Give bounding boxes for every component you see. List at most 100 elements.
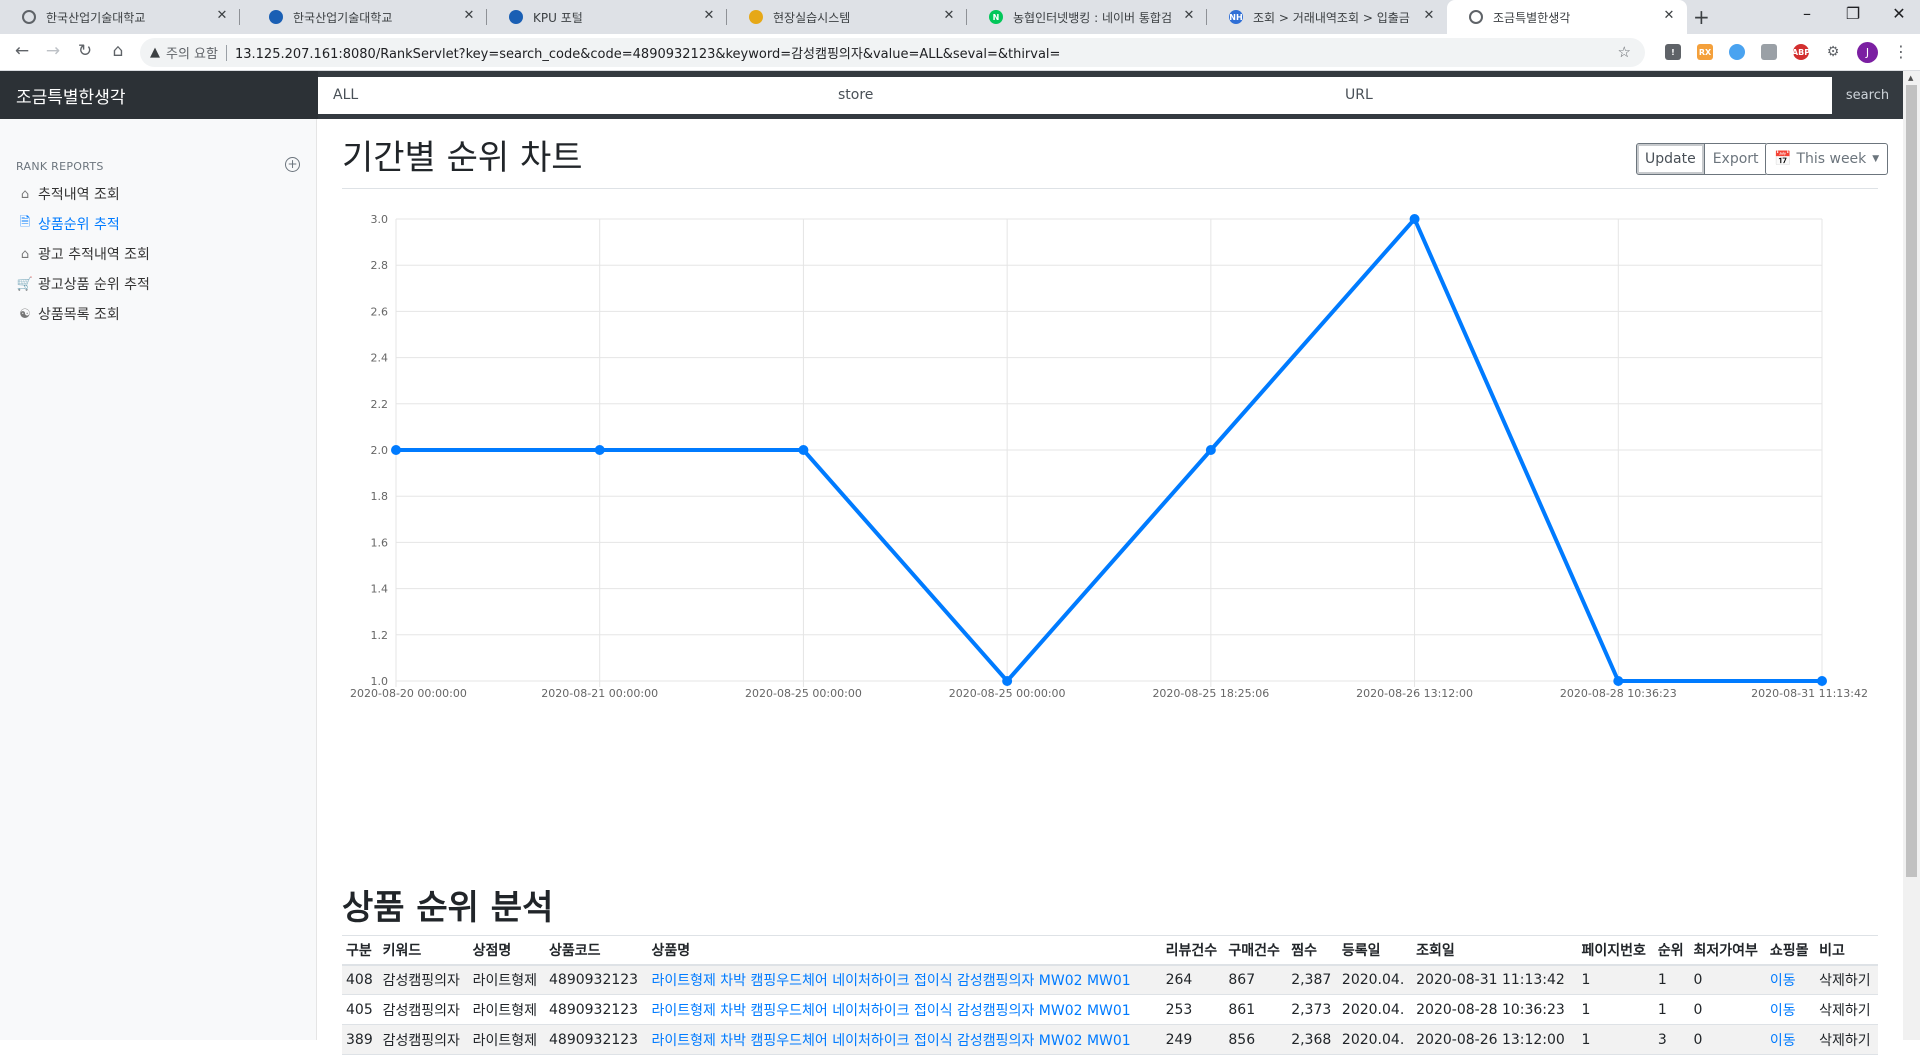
mall-link[interactable]: 이동 [1765, 964, 1816, 995]
tab-title: KPU 포털 [533, 10, 583, 25]
y-tick-label: 2.8 [371, 259, 389, 272]
search-bar[interactable]: ALL store URL [318, 77, 1832, 114]
profile-avatar[interactable]: J [1857, 42, 1878, 63]
back-icon[interactable]: ← [10, 41, 34, 61]
table-cell: 867 [1224, 964, 1288, 995]
table-cell: 0 [1689, 964, 1766, 995]
update-button[interactable]: Update [1636, 143, 1705, 175]
sidebar-item-tracking-history[interactable]: ⌂ 추적내역 조회 [16, 183, 120, 205]
chart-button-group: Update Export [1636, 143, 1768, 175]
restore-icon[interactable]: ❐ [1830, 4, 1876, 23]
column-header[interactable]: 키워드 [378, 935, 469, 966]
table-cell: 2,387 [1287, 964, 1338, 995]
sidebar-item-label: 상품목록 조회 [38, 307, 120, 323]
product-name-link[interactable]: 라이트형제 차박 캠핑우드체어 네이처하이크 접이식 감성캠핑의자 MW02 M… [647, 994, 1162, 1025]
tab-close-icon[interactable]: ✕ [214, 8, 230, 23]
sidebar-item-product-list[interactable]: ☯ 상품목록 조회 [16, 303, 120, 325]
forward-icon[interactable]: → [41, 41, 65, 61]
tab-close-icon[interactable]: ✕ [1421, 8, 1437, 23]
y-tick-label: 1.8 [371, 490, 389, 503]
favicon-icon [269, 10, 283, 24]
column-header[interactable]: 찜수 [1287, 935, 1338, 966]
column-header[interactable]: 쇼핑몰 [1765, 935, 1816, 966]
extension-cloud-icon[interactable] [1729, 44, 1745, 60]
table-row[interactable]: 408 감성캠핑의자 라이트형제 4890932123 라이트형제 차박 캠핑우드체어 … [342, 964, 1878, 995]
browser-tab[interactable]: 한국산업기술대학교 ✕ [247, 0, 487, 34]
extension-rx-icon[interactable]: RX [1697, 44, 1713, 60]
tab-close-icon[interactable]: ✕ [1661, 8, 1677, 23]
column-header[interactable]: 등록일 [1337, 935, 1413, 966]
sidebar-item-product-rank[interactable]: 🗎 상품순위 추적 [16, 213, 120, 235]
browser-tab[interactable]: N 농협인터넷뱅킹 : 네이버 통합검 ✕ [967, 0, 1207, 34]
export-button[interactable]: Export [1704, 143, 1768, 175]
column-header[interactable]: 구분 [342, 935, 379, 966]
extension-screen-icon[interactable] [1761, 44, 1777, 60]
warning-icon[interactable]: ▲ [150, 45, 160, 60]
tab-close-icon[interactable]: ✕ [1181, 8, 1197, 23]
browser-menu-icon[interactable]: ⋮ [1893, 42, 1909, 61]
bookmark-star-icon[interactable]: ☆ [1618, 43, 1631, 61]
home-icon[interactable]: ⌂ [106, 41, 130, 61]
table-cell: 1 [1653, 994, 1690, 1025]
column-header[interactable]: 상품코드 [545, 935, 648, 966]
data-point [594, 445, 605, 455]
column-header[interactable]: 상점명 [468, 935, 546, 966]
section-title: 상품 순위 분석 [342, 888, 554, 928]
search-button[interactable]: search [1832, 71, 1903, 119]
new-tab-button[interactable]: + [1693, 5, 1710, 29]
adblock-icon[interactable]: ABP [1792, 44, 1810, 60]
table-cell: 라이트형제 [468, 964, 546, 995]
sidebar-item-ad-history[interactable]: ⌂ 광고 추적내역 조회 [16, 243, 150, 265]
column-header[interactable]: 비고 [1815, 935, 1878, 966]
minimize-icon[interactable]: – [1784, 4, 1830, 23]
column-header[interactable]: 페이지번호 [1577, 935, 1654, 966]
period-dropdown[interactable]: 📅 This week ▼ [1765, 143, 1889, 175]
browser-tab[interactable]: 현장실습시스템 ✕ [727, 0, 967, 34]
browser-tab[interactable]: KPU 포털 ✕ [487, 0, 727, 34]
extension-info-icon[interactable]: ! [1665, 44, 1681, 60]
column-header[interactable]: 순위 [1653, 935, 1690, 966]
data-point [1205, 445, 1216, 455]
column-header[interactable]: 상품명 [647, 935, 1162, 966]
tab-close-icon[interactable]: ✕ [701, 8, 717, 23]
data-point [1409, 214, 1420, 224]
address-bar[interactable]: ▲ 주의 요함 13.125.207.161:8080/RankServlet?… [140, 38, 1645, 67]
delete-action[interactable]: 삭제하기 [1815, 994, 1878, 1025]
column-header[interactable]: 조회일 [1412, 935, 1578, 966]
scrollbar-thumb[interactable] [1906, 85, 1917, 877]
tab-close-icon[interactable]: ✕ [941, 8, 957, 23]
column-header[interactable]: 최저가여부 [1689, 935, 1766, 966]
mall-link[interactable]: 이동 [1765, 994, 1816, 1025]
url-text[interactable]: 13.125.207.161:8080/RankServlet?key=sear… [235, 43, 1060, 62]
table-header-row: 구분 키워드 상점명 상품코드 상품명 리뷰건수 구매건수 찜수 등록일 조회일 페이지번호 순위 최저… [342, 935, 1878, 966]
browser-tab[interactable]: 조금특별한생각 ✕ [1447, 0, 1687, 34]
cart-icon: 🛒 [16, 276, 34, 292]
table-cell: 1 [1653, 964, 1690, 995]
sidebar-item-ad-product-rank[interactable]: 🛒 광고상품 순위 추적 [16, 273, 150, 295]
tab-close-icon[interactable]: ✕ [461, 8, 477, 23]
extensions-puzzle-icon[interactable]: ⚙ [1825, 44, 1841, 60]
browser-tab[interactable]: 한국산업기술대학교 ✕ [0, 0, 240, 34]
column-header[interactable]: 구매건수 [1224, 935, 1288, 966]
column-header[interactable]: 리뷰건수 [1161, 935, 1225, 966]
table-cell: 2020.04. [1337, 994, 1413, 1025]
omnibox-divider [225, 44, 227, 61]
search-field-all[interactable]: ALL [333, 87, 358, 103]
scroll-up-icon[interactable]: ▲ [1908, 74, 1913, 82]
search-field-url[interactable]: URL [1345, 87, 1373, 103]
home-icon: ⌂ [20, 186, 30, 202]
table-row[interactable]: 405 감성캠핑의자 라이트형제 4890932123 라이트형제 차박 캠핑우드체어 … [342, 994, 1878, 1025]
x-tick-label: 2020-08-21 00:00:00 [541, 687, 658, 700]
security-label[interactable]: 주의 요함 [166, 43, 218, 62]
add-report-icon[interactable]: + [285, 157, 300, 172]
delete-action[interactable]: 삭제하기 [1815, 964, 1878, 995]
window-close-icon[interactable]: ✕ [1876, 4, 1920, 23]
browser-tab[interactable]: NH 조회 > 거래내역조회 > 입출금 ✕ [1207, 0, 1447, 34]
reload-icon[interactable]: ↻ [73, 41, 97, 61]
search-field-store[interactable]: store [838, 87, 873, 103]
title-divider [342, 188, 1878, 189]
brand-logo[interactable]: 조금특별한생각 [0, 71, 318, 119]
table-cell: 2020.04. [1337, 964, 1413, 995]
page-scrollbar[interactable]: ▲ [1903, 71, 1920, 1040]
product-name-link[interactable]: 라이트형제 차박 캠핑우드체어 네이처하이크 접이식 감성캠핑의자 MW02 M… [647, 964, 1162, 995]
